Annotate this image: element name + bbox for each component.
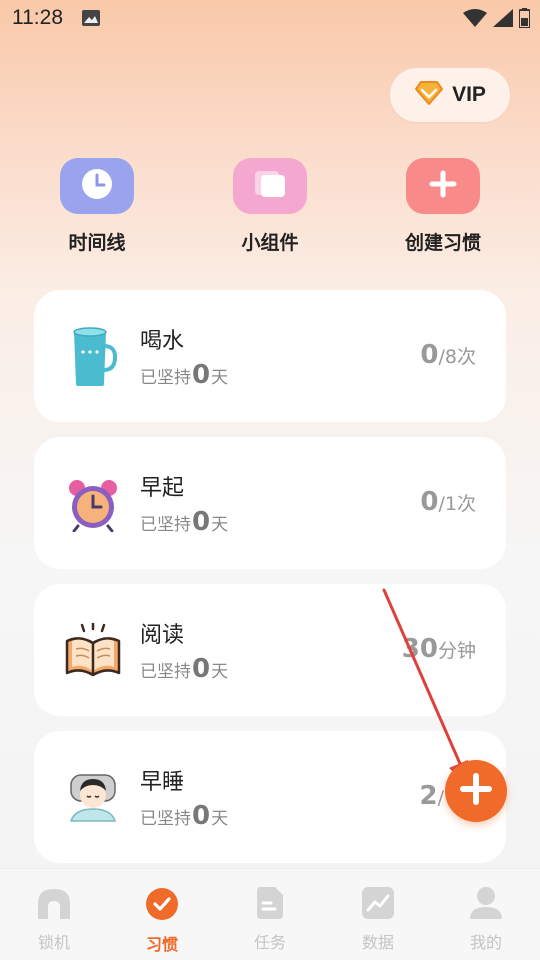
vip-button[interactable]: VIP	[390, 68, 510, 122]
habit-streak: 已坚持 0 天	[140, 507, 228, 537]
streak-days: 0	[192, 360, 211, 390]
nav-item-lock[interactable]: 锁机	[0, 869, 108, 960]
battery-icon	[518, 8, 531, 32]
clock-icon	[80, 167, 114, 205]
bottom-nav: 锁机 习惯 任务 数据 我的	[0, 868, 540, 960]
streak-days: 0	[192, 507, 211, 537]
create-habit-button[interactable]: 创建习惯	[373, 158, 513, 255]
nav-item-mine[interactable]: 我的	[432, 869, 540, 960]
create-habit-icon-box	[406, 158, 480, 214]
alarm-clock-icon	[58, 469, 128, 539]
user-icon	[469, 887, 503, 923]
nav-label: 锁机	[37, 933, 70, 952]
habit-card-water[interactable]: 喝水 已坚持 0 天 0 /8次	[34, 290, 506, 422]
timeline-icon-box	[60, 158, 134, 214]
progress-value: 30	[401, 634, 438, 664]
status-time: 11:28	[12, 6, 63, 29]
timeline-label: 时间线	[68, 232, 126, 254]
cup-icon	[58, 322, 128, 392]
signal-icon	[493, 9, 513, 31]
habit-card-reading[interactable]: 阅读 已坚持 0 天 30 分钟	[34, 584, 506, 716]
habit-card-early-rise[interactable]: 早起 已坚持 0 天 0 /1次	[34, 437, 506, 569]
progress-unit: 分钟	[437, 640, 476, 662]
habit-name: 喝水	[140, 329, 185, 354]
image-icon	[82, 10, 100, 30]
progress-unit: /	[437, 787, 444, 809]
widget-icon-box	[233, 158, 307, 214]
plus-icon	[428, 169, 458, 203]
streak-prefix: 已坚持	[140, 368, 191, 388]
status-icons	[463, 8, 531, 32]
progress-value: 0	[420, 340, 439, 370]
create-habit-label: 创建习惯	[404, 232, 481, 254]
book-icon	[58, 616, 128, 686]
streak-days: 0	[192, 654, 211, 684]
lock-arch-icon	[36, 887, 72, 923]
progress-value: 0	[420, 487, 439, 517]
habit-progress: 0 /8次	[420, 340, 476, 370]
check-circle-icon	[145, 887, 179, 925]
progress-unit: /8次	[438, 346, 477, 368]
plus-icon	[459, 772, 493, 810]
streak-suffix: 天	[211, 662, 229, 682]
diamond-icon	[414, 80, 444, 110]
streak-suffix: 天	[211, 809, 229, 829]
progress-unit: /1次	[438, 493, 477, 515]
habit-streak: 已坚持 0 天	[140, 360, 228, 390]
habit-progress: 30 分钟	[402, 634, 476, 664]
wifi-icon	[463, 9, 487, 31]
sleeper-icon	[58, 763, 128, 833]
habit-streak: 已坚持 0 天	[140, 801, 228, 831]
habit-name: 阅读	[140, 623, 185, 648]
nav-item-habit[interactable]: 习惯	[108, 869, 216, 960]
habit-streak: 已坚持 0 天	[140, 654, 228, 684]
status-bar: 11:28	[0, 0, 540, 36]
streak-suffix: 天	[211, 515, 229, 535]
habit-name: 早起	[140, 476, 185, 501]
streak-prefix: 已坚持	[140, 809, 191, 829]
nav-label: 任务	[253, 933, 286, 952]
habit-name: 早睡	[140, 770, 185, 795]
streak-days: 0	[192, 801, 211, 831]
habit-progress: 0 /1次	[420, 487, 476, 517]
streak-prefix: 已坚持	[140, 515, 191, 535]
chart-icon	[362, 887, 394, 923]
nav-item-data[interactable]: 数据	[324, 869, 432, 960]
habit-card-early-sleep[interactable]: 早睡 已坚持 0 天 2 /	[34, 731, 506, 863]
widget-icon	[253, 169, 287, 203]
streak-suffix: 天	[211, 368, 229, 388]
timeline-button[interactable]: 时间线	[27, 158, 167, 255]
nav-label: 我的	[469, 933, 502, 952]
widget-button[interactable]: 小组件	[200, 158, 340, 255]
add-habit-fab[interactable]	[445, 760, 507, 822]
nav-label: 数据	[361, 933, 394, 952]
progress-value: 2	[419, 781, 438, 811]
streak-prefix: 已坚持	[140, 662, 191, 682]
task-doc-icon	[255, 887, 285, 923]
nav-item-task[interactable]: 任务	[216, 869, 324, 960]
widget-label: 小组件	[241, 232, 299, 254]
habit-progress: 2 /	[420, 781, 445, 811]
nav-label: 习惯	[145, 935, 178, 954]
vip-label: VIP	[452, 83, 486, 106]
